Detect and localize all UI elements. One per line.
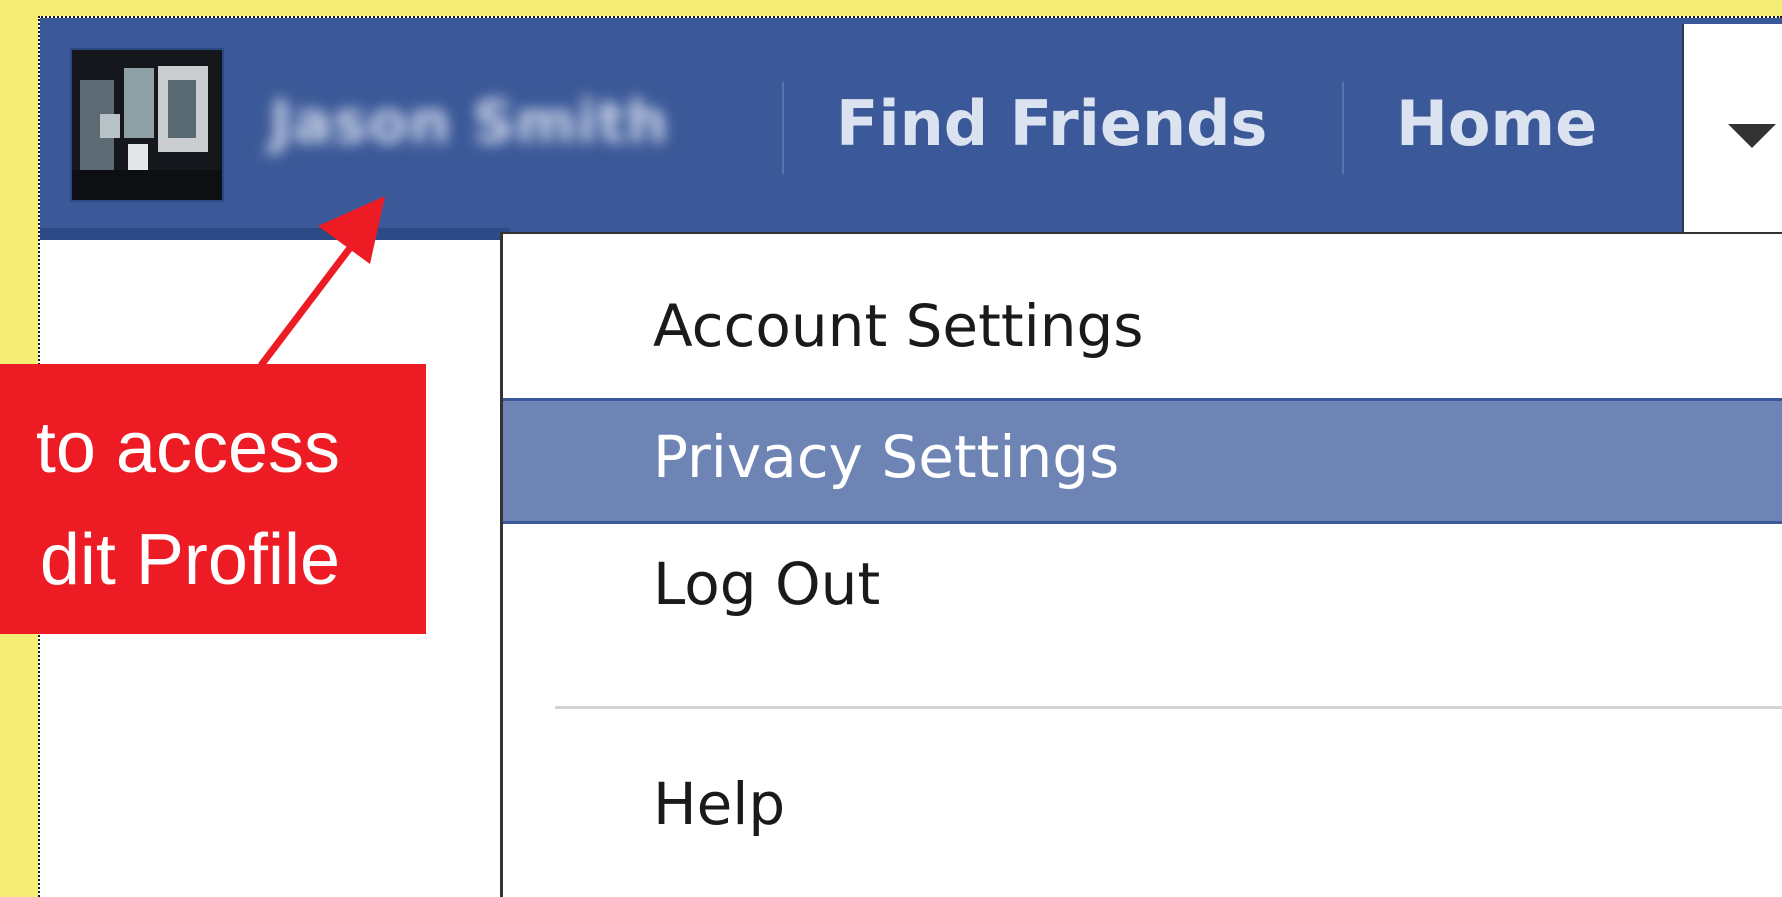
menu-item-privacy-settings[interactable]: Privacy Settings — [503, 398, 1782, 524]
menu-item-label: Privacy Settings — [653, 423, 1120, 491]
find-friends-link[interactable]: Find Friends — [836, 80, 1267, 168]
screenshot-stage: Jason Smith Find Friends Home Account Se… — [0, 0, 1782, 897]
annotation-callout: to access dit Profile — [0, 364, 426, 634]
menu-item-account-settings[interactable]: Account Settings — [503, 270, 1782, 396]
menu-item-log-out[interactable]: Log Out — [503, 532, 1782, 658]
top-bar-shadow — [40, 228, 510, 240]
annotation-line: dit Profile — [39, 520, 340, 600]
home-link[interactable]: Home — [1396, 80, 1597, 168]
profile-avatar[interactable] — [70, 48, 224, 202]
menu-item-label: Log Out — [653, 550, 881, 618]
menu-divider — [555, 706, 1782, 709]
annotation-line: to access — [35, 408, 340, 488]
menu-item-label: Help — [653, 770, 786, 838]
nav-separator — [1342, 82, 1344, 174]
menu-item-label: Account Settings — [653, 292, 1144, 360]
account-dropdown-menu: Account Settings Privacy Settings Log Ou… — [500, 232, 1782, 897]
chevron-down-icon — [1728, 124, 1776, 148]
nav-separator — [782, 82, 784, 174]
menu-item-help[interactable]: Help — [503, 746, 1782, 872]
profile-name-link[interactable]: Jason Smith — [270, 82, 728, 162]
